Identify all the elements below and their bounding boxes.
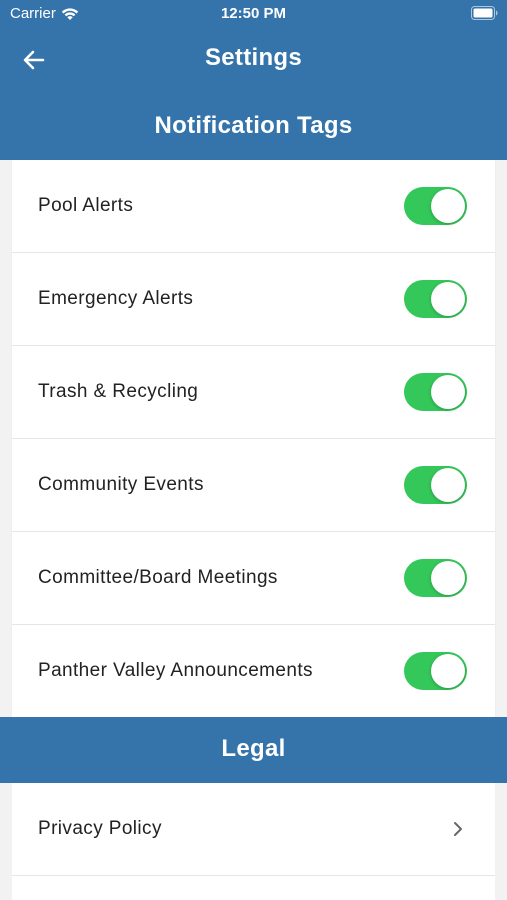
battery-icon	[471, 6, 498, 20]
legal-list: Privacy Policy	[12, 783, 495, 900]
nav-bar: Settings	[0, 28, 507, 92]
toggle-knob	[431, 654, 465, 688]
notification-tag-row: Community Events	[12, 439, 495, 532]
notification-toggle[interactable]	[404, 466, 467, 504]
notification-tag-label: Trash & Recycling	[38, 381, 199, 402]
chevron-right-icon	[454, 822, 462, 836]
legal-section-header: Legal	[0, 717, 507, 783]
notification-toggle[interactable]	[404, 559, 467, 597]
notification-tag-label: Community Events	[38, 474, 204, 495]
toggle-knob	[431, 282, 465, 316]
toggle-knob	[431, 468, 465, 502]
notification-tags-list: Pool Alerts Emergency Alerts Trash & Recyc…	[12, 160, 495, 718]
status-bar: Carrier 12:50 PM	[0, 0, 507, 28]
notification-tag-label: Panther Valley Announcements	[38, 660, 313, 681]
list-item[interactable]	[12, 876, 495, 900]
notification-toggle[interactable]	[404, 280, 467, 318]
notification-toggle[interactable]	[404, 187, 467, 225]
notification-tag-label: Emergency Alerts	[38, 288, 194, 309]
notification-tag-row: Committee/Board Meetings	[12, 532, 495, 625]
toggle-knob	[431, 189, 465, 223]
settings-screen: Carrier 12:50 PM Settings Notification T…	[0, 0, 507, 900]
notification-tag-row: Panther Valley Announcements	[12, 625, 495, 718]
page-title: Settings	[204, 44, 303, 71]
notification-tag-label: Committee/Board Meetings	[38, 567, 278, 588]
notification-tag-row: Pool Alerts	[12, 160, 495, 253]
toggle-knob	[431, 561, 465, 595]
privacy-policy-row[interactable]: Privacy Policy	[12, 783, 495, 876]
notification-tag-label: Pool Alerts	[38, 195, 134, 216]
notification-toggle[interactable]	[404, 652, 467, 690]
status-time: 12:50 PM	[220, 5, 287, 22]
privacy-policy-label: Privacy Policy	[38, 818, 162, 839]
header: Carrier 12:50 PM Settings Notification T…	[0, 0, 507, 160]
notification-tags-heading: Notification Tags	[154, 112, 353, 139]
legal-heading: Legal	[221, 735, 286, 762]
notification-tag-row: Trash & Recycling	[12, 346, 495, 439]
notification-tag-row: Emergency Alerts	[12, 253, 495, 346]
toggle-knob	[431, 375, 465, 409]
notification-toggle[interactable]	[404, 373, 467, 411]
